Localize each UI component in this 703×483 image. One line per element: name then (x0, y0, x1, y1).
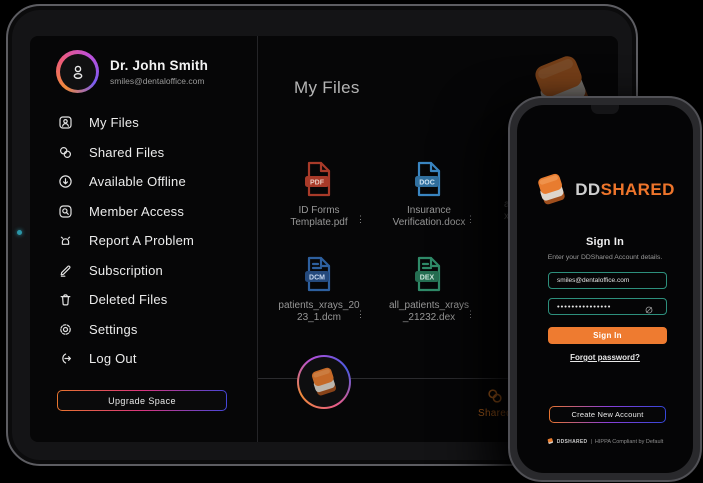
sidebar-item-available-offline[interactable]: Available Offline (58, 167, 194, 197)
gear-icon (60, 323, 71, 335)
file-name: Insurance Verification.docx ⋮ (392, 205, 475, 228)
file-card-doc[interactable]: DOC Insurance Verification.docx ⋮ (384, 160, 475, 229)
brand-logo: DDSHARED (517, 173, 693, 206)
sidebar-item-label: Settings (89, 321, 138, 337)
file-name: ID Forms Template.pdf ⋮ (290, 205, 365, 228)
trash-icon (60, 294, 71, 306)
user-profile: Dr. John Smith smiles@dentaloffice.com (56, 50, 208, 93)
file-options-icon[interactable]: ⋮ (356, 309, 365, 320)
sidebar-item-subscription[interactable]: Subscription (58, 256, 194, 286)
doc-file-icon: DOC (415, 161, 441, 197)
footer-divider: | (590, 438, 592, 445)
sidebar-item-label: Member Access (89, 203, 185, 219)
upgrade-space-label: Upgrade Space (58, 391, 226, 410)
my-files-icon (59, 116, 72, 129)
sidebar-item-label: Deleted Files (89, 292, 168, 308)
file-options-icon[interactable]: ⋮ (466, 309, 475, 320)
forgot-password-link[interactable]: Forgot password? (517, 353, 693, 362)
dex-file-icon: DEX (415, 256, 441, 292)
shared-icon (488, 389, 502, 403)
email-field[interactable] (548, 272, 667, 289)
dcm-file-icon: DCM (305, 256, 331, 292)
pdf-file-icon: PDF (305, 161, 331, 197)
log-out-icon (62, 353, 71, 364)
file-name: patients_xrays_2023_1.dcm ⋮ (278, 300, 365, 323)
file-card-dex[interactable]: DEX all_patients_xrays_21232.dex ⋮ (384, 255, 475, 324)
shared-tab-label: Shared (477, 408, 513, 419)
ddshared-logo-icon (299, 357, 349, 407)
create-new-account-button[interactable]: Create New Account (549, 406, 666, 423)
sign-in-title: Sign In (585, 236, 625, 248)
sidebar: Dr. John Smith smiles@dentaloffice.com M… (30, 36, 258, 442)
sidebar-item-shared-files[interactable]: Shared Files (58, 138, 194, 168)
file-type-badge: DEX (420, 274, 435, 281)
bug-alarm-icon (60, 236, 71, 246)
pencil-icon (60, 265, 71, 277)
sidebar-item-report-a-problem[interactable]: Report A Problem (58, 226, 194, 256)
sidebar-item-label: Log Out (89, 351, 137, 367)
phone-screen: DDSHARED Sign In Enter your DDShared Acc… (517, 105, 693, 473)
phone-camera-notch (591, 105, 619, 114)
eye-off-icon[interactable] (644, 302, 654, 314)
file-options-icon[interactable]: ⋮ (356, 214, 365, 225)
sidebar-item-my-files[interactable]: My Files (58, 108, 194, 138)
sidebar-item-settings[interactable]: Settings (58, 315, 194, 345)
file-type-badge: DCM (309, 274, 325, 281)
file-options-icon[interactable]: ⋮ (466, 214, 475, 225)
footer-text: HIPPA Compliant by Default (594, 438, 664, 445)
sign-in-button[interactable]: Sign In (548, 327, 667, 344)
ddshared-logo-icon (538, 173, 565, 205)
page-title: My Files (294, 78, 360, 97)
sidebar-item-label: Shared Files (89, 144, 165, 160)
brand-wordmark: DDSHARED (575, 179, 675, 199)
user-name: Dr. John Smith (110, 57, 209, 73)
upgrade-space-button[interactable]: Upgrade Space (57, 390, 227, 411)
file-type-badge: DOC (419, 179, 435, 186)
sidebar-item-label: Subscription (89, 262, 163, 278)
sidebar-item-label: My Files (89, 115, 139, 131)
file-card-dcm[interactable]: DCM patients_xrays_2023_1.dcm ⋮ (274, 255, 365, 324)
tablet-camera-dot (17, 230, 22, 235)
sign-in-subtitle: Enter your DDShared Account details. (547, 254, 663, 261)
sidebar-menu: My Files Shared Files Available Offline (58, 108, 194, 374)
sidebar-item-member-access[interactable]: Member Access (58, 197, 194, 227)
user-email: smiles@dentaloffice.com (110, 75, 205, 86)
sidebar-item-label: Report A Problem (89, 233, 195, 249)
file-type-badge: PDF (310, 179, 325, 186)
footer-brand: DDSHARED (556, 438, 588, 445)
phone-device: DDSHARED Sign In Enter your DDShared Acc… (508, 96, 702, 482)
sidebar-item-deleted-files[interactable]: Deleted Files (58, 285, 194, 315)
avatar[interactable] (56, 50, 99, 93)
user-meta: Dr. John Smith smiles@dentaloffice.com (110, 58, 208, 86)
member-access-icon (59, 205, 72, 218)
phone-footer: DDSHARED | HIPPA Compliant by Default (517, 438, 693, 445)
ddshared-logo-icon-small (547, 438, 553, 444)
sidebar-item-log-out[interactable]: Log Out (58, 344, 194, 374)
ddshared-fab-button[interactable] (297, 355, 351, 409)
download-circle-icon (59, 175, 72, 188)
shared-files-icon (59, 146, 72, 158)
person-icon (59, 53, 96, 90)
sidebar-item-label: Available Offline (89, 174, 186, 190)
file-card-pdf[interactable]: PDF ID Forms Template.pdf ⋮ (274, 160, 365, 229)
file-name: all_patients_xrays_21232.dex ⋮ (388, 300, 475, 323)
create-new-account-label: Create New Account (550, 407, 665, 422)
